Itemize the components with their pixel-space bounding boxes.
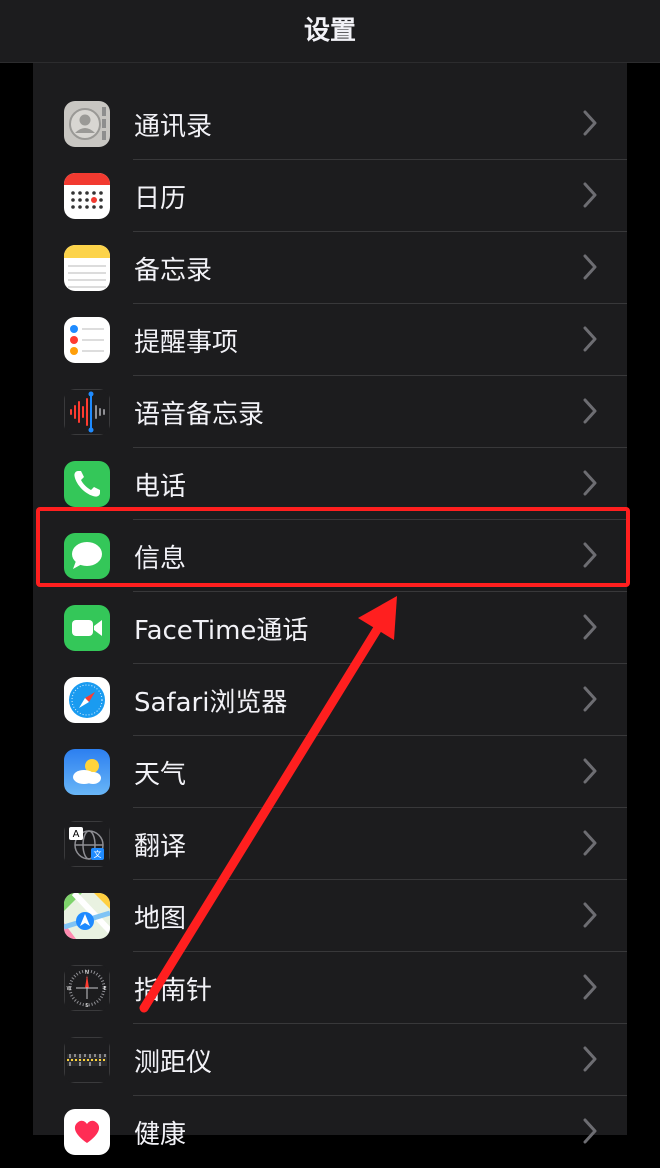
svg-text:A: A [73, 829, 80, 840]
chevron-right-icon [583, 254, 597, 280]
notes-icon [64, 245, 110, 291]
row-label: 指南针 [134, 976, 213, 1006]
row-label: 备忘录 [134, 256, 213, 286]
svg-text:W: W [67, 986, 72, 992]
highlight-box [36, 507, 630, 587]
row-label: 电话 [134, 472, 187, 502]
navigation-bar: 设置 [0, 0, 660, 63]
safari-icon [64, 677, 110, 723]
settings-row-notes[interactable]: 备忘录 [33, 232, 627, 304]
svg-text:N: N [85, 970, 89, 976]
chevron-right-icon [583, 758, 597, 784]
reminders-icon [64, 317, 110, 363]
row-label: 语音备忘录 [134, 400, 265, 430]
chevron-right-icon [583, 398, 597, 424]
chevron-right-icon [583, 614, 597, 640]
chevron-right-icon [583, 110, 597, 136]
svg-text:E: E [103, 986, 106, 992]
voice-memos-icon [64, 389, 110, 435]
settings-row-maps[interactable]: 地图 [33, 880, 627, 952]
settings-row-voice-memos[interactable]: 语音备忘录 [33, 376, 627, 448]
chevron-right-icon [583, 1118, 597, 1144]
settings-row-compass[interactable]: N S E W 指南针 [33, 952, 627, 1024]
facetime-icon [64, 605, 110, 651]
row-label: FaceTime通话 [134, 616, 309, 646]
chevron-right-icon [583, 470, 597, 496]
settings-row-contacts[interactable]: 通讯录 [33, 88, 627, 160]
row-label: Safari浏览器 [134, 688, 288, 718]
chevron-right-icon [583, 326, 597, 352]
chevron-right-icon [583, 830, 597, 856]
row-label: 天气 [134, 760, 187, 790]
settings-row-safari[interactable]: Safari浏览器 [33, 664, 627, 736]
settings-row-measure[interactable]: 测距仪 [33, 1024, 627, 1096]
health-icon [64, 1109, 110, 1155]
chevron-right-icon [583, 1046, 597, 1072]
compass-icon: N S E W [64, 965, 110, 1011]
svg-text:S: S [85, 1003, 88, 1009]
settings-row-calendar[interactable]: 日历 [33, 160, 627, 232]
settings-row-reminders[interactable]: 提醒事项 [33, 304, 627, 376]
svg-text:文: 文 [94, 849, 102, 859]
row-label: 翻译 [134, 832, 187, 862]
translate-icon: A 文 [64, 821, 110, 867]
weather-icon [64, 749, 110, 795]
row-label: 健康 [134, 1120, 187, 1150]
chevron-right-icon [583, 902, 597, 928]
row-label: 日历 [134, 184, 187, 214]
calendar-icon [64, 173, 110, 219]
phone-icon [64, 461, 110, 507]
contacts-icon [64, 101, 110, 147]
row-label: 通讯录 [134, 112, 213, 142]
settings-row-facetime[interactable]: FaceTime通话 [33, 592, 627, 664]
row-label: 测距仪 [134, 1048, 213, 1078]
page-title: 设置 [303, 16, 356, 46]
settings-row-health[interactable]: 健康 [33, 1096, 627, 1168]
measure-icon [64, 1037, 110, 1083]
chevron-right-icon [583, 974, 597, 1000]
maps-icon [64, 893, 110, 939]
settings-row-weather[interactable]: 天气 [33, 736, 627, 808]
chevron-right-icon [583, 182, 597, 208]
settings-row-translate[interactable]: A 文 翻译 [33, 808, 627, 880]
row-label: 地图 [134, 904, 187, 934]
row-label: 提醒事项 [134, 328, 239, 358]
chevron-right-icon [583, 686, 597, 712]
